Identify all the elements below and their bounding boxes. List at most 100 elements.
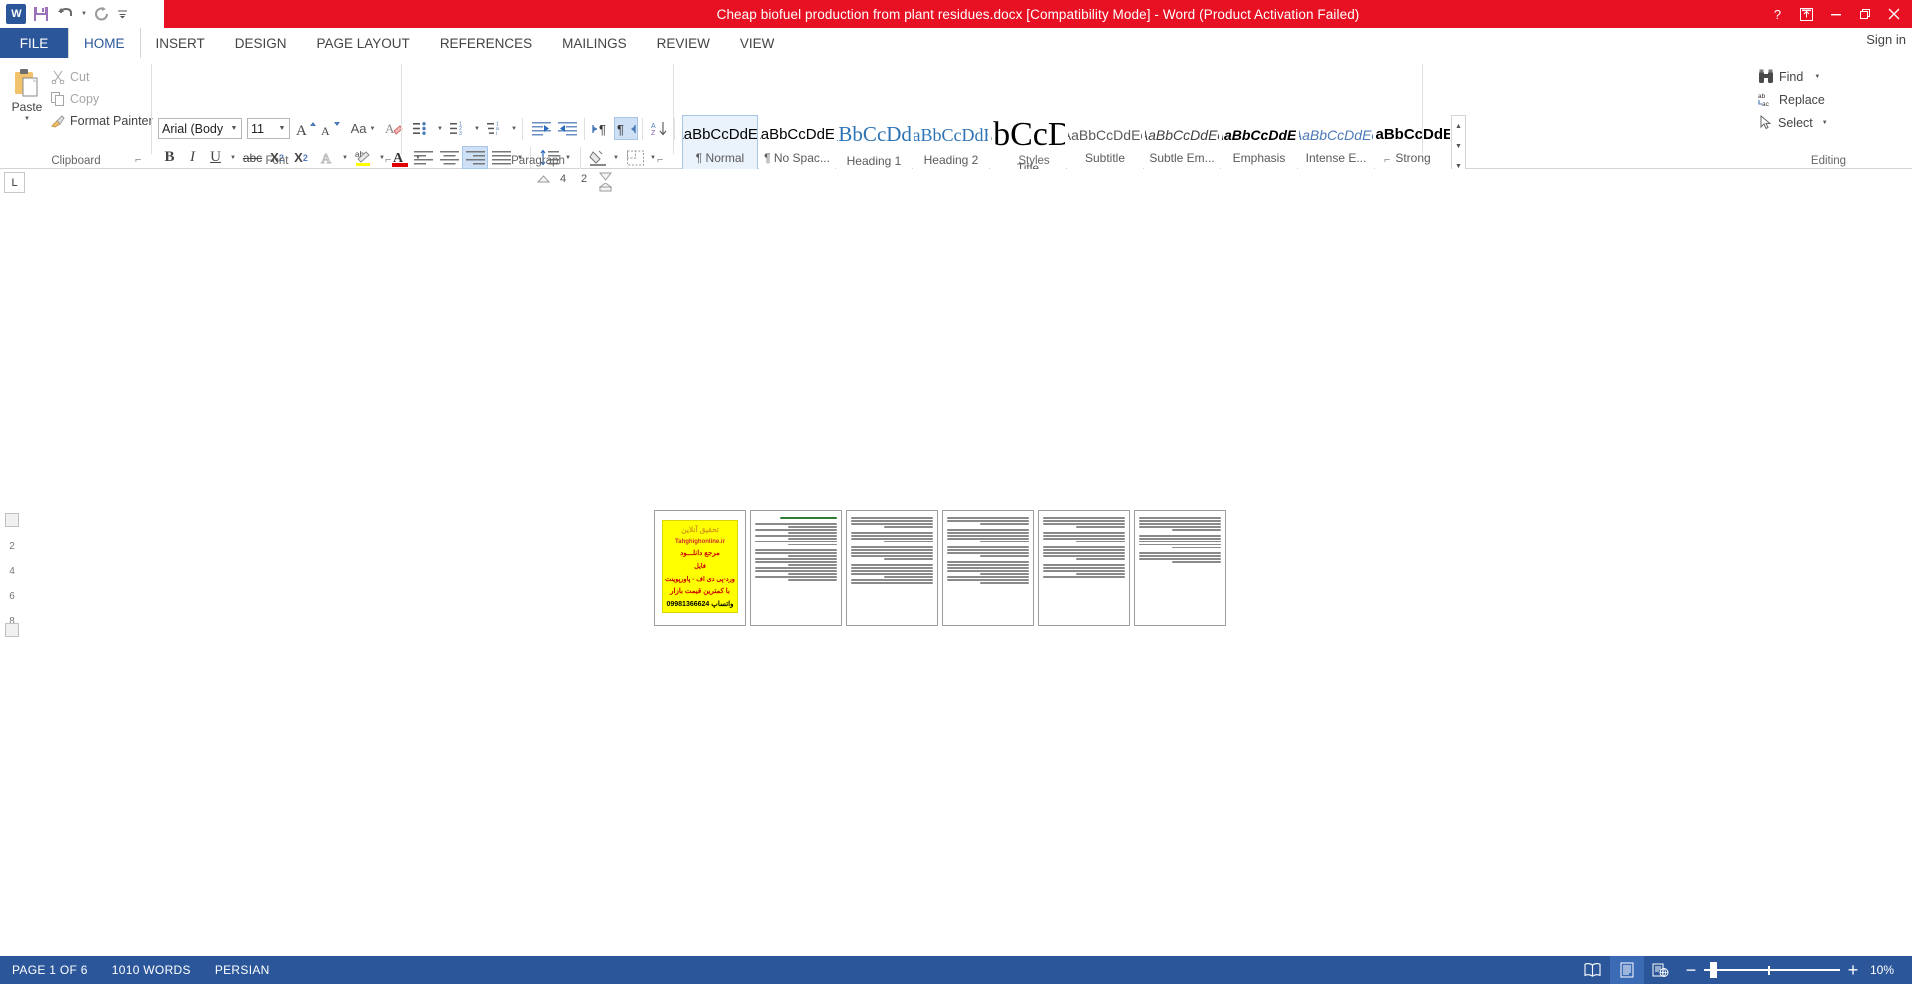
- undo-icon[interactable]: [55, 3, 77, 25]
- document-page-6[interactable]: [1134, 510, 1226, 626]
- group-paragraph: ▼ 1 2 3 ▼ 1 a i ▼ ¶ ¶ A Z ▼ ▼ ▼ ▼ Paragr…: [402, 58, 695, 169]
- zoom-out-button[interactable]: −: [1678, 961, 1704, 979]
- zoom-slider[interactable]: [1703, 956, 1840, 984]
- style-item-normal[interactable]: AaBbCcDdEe ¶ Normal: [682, 115, 758, 177]
- style-item-title[interactable]: AaBbCcDdEe Title: [990, 115, 1066, 177]
- style-preview: AaBbCcDdEe: [760, 126, 835, 143]
- left-to-right-text-direction-button[interactable]: ¶: [590, 117, 614, 140]
- replace-button[interactable]: ab ac Replace: [1755, 89, 1828, 110]
- right-to-left-text-direction-button[interactable]: ¶: [614, 117, 638, 140]
- document-page-4[interactable]: [942, 510, 1034, 626]
- read-mode-icon[interactable]: [1576, 956, 1610, 984]
- paste-button[interactable]: Paste ▼: [6, 64, 48, 142]
- style-preview: AaBbCcDdEe: [1299, 126, 1373, 143]
- font-name-input[interactable]: Arial (Body CS ▼: [158, 118, 242, 139]
- vertical-ruler-top-handle[interactable]: [5, 513, 19, 527]
- sort-button[interactable]: AZ: [648, 117, 672, 140]
- minimize-icon[interactable]: [1821, 0, 1850, 28]
- cut-button[interactable]: Cut: [48, 66, 92, 87]
- zoom-level-label[interactable]: 10%: [1866, 963, 1904, 977]
- first-line-indent-marker[interactable]: [536, 175, 551, 186]
- document-page-3[interactable]: [846, 510, 938, 626]
- find-label: Find: [1779, 69, 1804, 84]
- zoom-in-button[interactable]: +: [1840, 961, 1866, 979]
- font-dialog-launcher[interactable]: ⌐: [385, 154, 398, 167]
- decrease-indent-button[interactable]: [528, 117, 554, 140]
- document-page-1[interactable]: تحقیق آنلاین Tahghighonline.ir مرجع دانل…: [654, 510, 746, 626]
- vertical-ruler-bottom-handle[interactable]: [5, 623, 19, 637]
- undo-dropdown-icon[interactable]: ▼: [80, 3, 88, 25]
- help-question-icon[interactable]: ?: [1763, 0, 1792, 28]
- word-logo-icon[interactable]: W: [5, 3, 27, 25]
- web-layout-icon[interactable]: [1644, 956, 1678, 984]
- sign-in-label: Sign in: [1866, 32, 1906, 47]
- tab-references[interactable]: REFERENCES: [425, 28, 547, 58]
- print-layout-icon[interactable]: [1609, 956, 1644, 984]
- ribbon-tab-strip: FILE HOME INSERT DESIGN PAGE LAYOUT REFE…: [0, 28, 1912, 58]
- advertisement-image: تحقیق آنلاین Tahghighonline.ir مرجع دانل…: [662, 520, 738, 613]
- styles-scrollbar[interactable]: ▲ ▼ ▼: [1451, 115, 1466, 177]
- paste-dropdown-icon[interactable]: ▼: [24, 116, 30, 122]
- grow-font-button[interactable]: A: [294, 117, 318, 140]
- horizontal-ruler[interactable]: 4 2: [532, 172, 614, 192]
- page-text-block: [755, 516, 837, 620]
- clipboard-dialog-launcher[interactable]: ⌐: [135, 154, 148, 167]
- style-item-heading-2[interactable]: AaBbCcDdEe Heading 2: [913, 115, 989, 177]
- format-painter-button[interactable]: Format Painter: [48, 110, 156, 131]
- bullets-dropdown-icon[interactable]: ▼: [434, 117, 446, 140]
- status-page-indicator[interactable]: PAGE 1 OF 6: [0, 963, 100, 977]
- numbering-dropdown-icon[interactable]: ▼: [471, 117, 483, 140]
- status-language[interactable]: PERSIAN: [203, 963, 282, 977]
- copy-button[interactable]: Copy: [48, 88, 102, 109]
- sign-in-button[interactable]: Sign in: [1866, 32, 1906, 47]
- numbering-button[interactable]: 1 2 3: [447, 117, 471, 140]
- style-preview: AaBbCcDdEe: [991, 115, 1065, 153]
- tab-home[interactable]: HOME: [68, 28, 141, 58]
- tab-page-layout[interactable]: PAGE LAYOUT: [302, 28, 425, 58]
- font-name-dropdown-icon[interactable]: ▼: [227, 119, 241, 138]
- status-word-count[interactable]: 1010 WORDS: [100, 963, 203, 977]
- save-icon[interactable]: [30, 3, 52, 25]
- restore-icon[interactable]: [1850, 0, 1879, 28]
- font-size-dropdown-icon[interactable]: ▼: [275, 119, 289, 138]
- close-icon[interactable]: [1879, 0, 1908, 28]
- redo-icon[interactable]: [91, 3, 113, 25]
- font-size-input[interactable]: 11 ▼: [247, 118, 290, 139]
- style-item-emphasis[interactable]: AaBbCcDdEe Emphasis: [1221, 115, 1297, 177]
- binoculars-find-icon: [1759, 69, 1773, 83]
- style-item-subtitle[interactable]: AaBbCcDdEe Subtitle: [1067, 115, 1143, 177]
- style-item-no-spacing[interactable]: AaBbCcDdEe ¶ No Spac...: [759, 115, 835, 177]
- find-button[interactable]: Find ▼: [1755, 66, 1823, 87]
- left-indent-marker[interactable]: [598, 182, 613, 195]
- grow-font-icon: A: [296, 121, 316, 138]
- style-item-strong[interactable]: AaBbCcDdEe Strong: [1375, 115, 1451, 177]
- tab-design[interactable]: DESIGN: [220, 28, 302, 58]
- tab-file[interactable]: FILE: [0, 28, 68, 58]
- style-item-heading-1[interactable]: AaBbCcDdEe Heading 1: [836, 115, 912, 177]
- zoom-slider-thumb[interactable]: [1709, 962, 1717, 978]
- select-button[interactable]: Select ▼: [1755, 112, 1831, 133]
- change-case-button[interactable]: Aa ▼: [347, 117, 379, 140]
- tab-selector-button[interactable]: L: [4, 172, 25, 193]
- svg-text:A: A: [296, 123, 307, 138]
- styles-scroll-down-icon[interactable]: ▼: [1452, 136, 1465, 156]
- multilevel-list-dropdown-icon[interactable]: ▼: [508, 117, 520, 140]
- style-preview: AaBbCcDdEe: [683, 126, 758, 143]
- tab-mailings[interactable]: MAILINGS: [547, 28, 642, 58]
- increase-indent-button[interactable]: [554, 117, 580, 140]
- styles-dialog-launcher[interactable]: ⌐: [1384, 154, 1397, 167]
- tab-insert[interactable]: INSERT: [141, 28, 220, 58]
- document-page-5[interactable]: [1038, 510, 1130, 626]
- styles-scroll-up-icon[interactable]: ▲: [1452, 116, 1465, 136]
- bullets-button[interactable]: [410, 117, 434, 140]
- style-item-subtle-emphasis[interactable]: AaBbCcDdEe Subtle Em...: [1144, 115, 1220, 177]
- tab-view[interactable]: VIEW: [725, 28, 790, 58]
- ribbon-display-options-icon[interactable]: [1792, 0, 1821, 28]
- document-page-2[interactable]: [750, 510, 842, 626]
- customize-quick-access-icon[interactable]: [116, 3, 128, 25]
- document-canvas[interactable]: 2 4 6 8 تحقیق آنلاین Tahghighonline.ir م…: [0, 195, 1912, 956]
- tab-review[interactable]: REVIEW: [642, 28, 725, 58]
- style-item-intense-emphasis[interactable]: AaBbCcDdEe Intense E...: [1298, 115, 1374, 177]
- shrink-font-button[interactable]: A: [319, 117, 343, 140]
- multilevel-list-button[interactable]: 1 a i: [484, 117, 508, 140]
